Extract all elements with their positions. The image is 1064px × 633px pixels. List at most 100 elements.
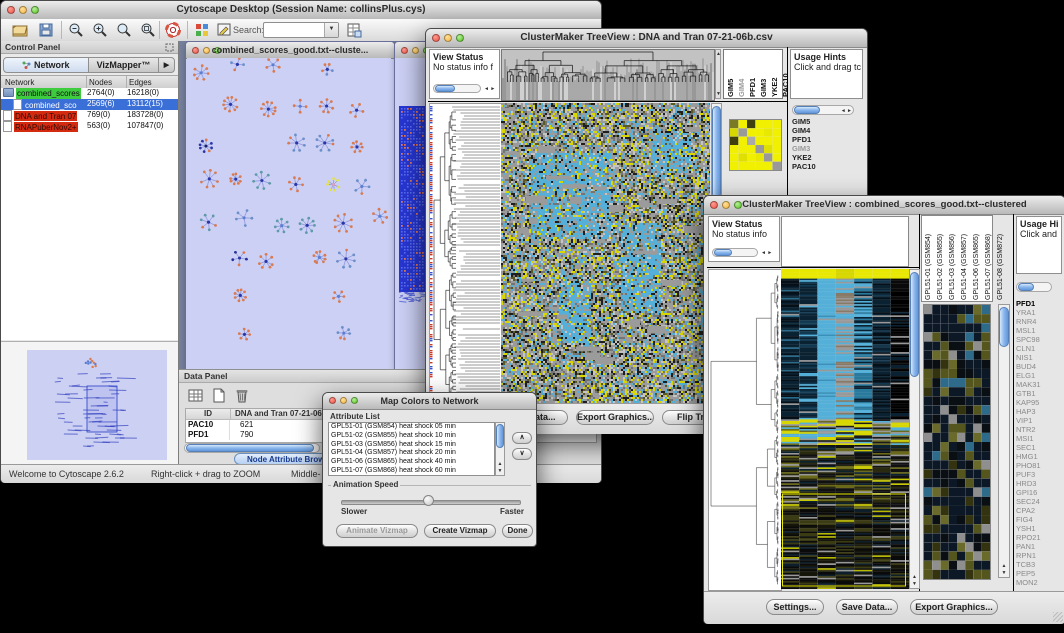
animate-vizmap-button[interactable]: Animate Vizmap [336,524,418,538]
gene-label[interactable]: HAP3 [1016,407,1063,416]
zoom-vscrollbar[interactable]: ▲▼ [998,304,1010,578]
gene-label[interactable]: MAK31 [1016,380,1063,389]
create-vizmap-button[interactable]: Create Vizmap [424,524,496,538]
correlation-matrix-canvas[interactable] [729,119,782,171]
gene-label[interactable]: PEP5 [1016,569,1063,578]
gene-label[interactable]: SEC24 [1016,497,1063,506]
open-session-icon[interactable] [11,21,29,39]
network-row[interactable]: combined_scores2764(0)16218(0) [1,88,178,99]
gene-label[interactable]: BUD4 [1016,362,1063,371]
dialog-title-bar[interactable]: Map Colors to Network [323,393,536,410]
gene-label[interactable]: RPN1 [1016,551,1063,560]
gene-label[interactable]: YKE2 [792,153,858,162]
network-view-title-bar[interactable]: combined_scores_good.txt--cluste... [186,42,394,59]
heatmap-vscrollbar[interactable]: ▲▼ [909,269,920,589]
treeview-combined-title-bar[interactable]: ClusterMaker TreeView : combined_scores_… [704,196,1064,215]
view-status-hscrollbar[interactable] [712,248,758,257]
column-dendrogram-canvas[interactable] [501,49,715,101]
gene-label[interactable]: TCB3 [1016,560,1063,569]
delete-attribute-icon[interactable] [233,387,250,404]
gene-label[interactable]: MSL1 [1016,326,1063,335]
array-label[interactable]: GPL51-03 (GSM856) [948,217,957,300]
column-label[interactable]: GIM3 [759,53,768,97]
vizmapper-icon[interactable] [193,21,211,39]
heatmap-canvas[interactable] [501,103,710,403]
gene-label[interactable]: SEC1 [1016,443,1063,452]
attribute-list[interactable]: GPL51-01 (GSM854) heat shock 05 minGPL51… [328,422,495,476]
move-up-button[interactable]: ∧ [512,432,532,444]
gene-label[interactable]: CPA2 [1016,506,1063,515]
settings-button[interactable]: Settings... [766,599,824,615]
gene-label[interactable]: YSH1 [1016,524,1063,533]
gene-label[interactable]: CLN1 [1016,344,1063,353]
gene-label[interactable]: RPO21 [1016,533,1063,542]
gene-label[interactable]: SPC98 [1016,335,1063,344]
gene-label[interactable]: GTB1 [1016,389,1063,398]
gene-label[interactable]: PAN1 [1016,542,1063,551]
resize-grip[interactable] [1053,612,1063,622]
gene-label[interactable]: PFD1 [792,135,858,144]
scroll-left-icon[interactable]: ◄ ► [484,86,495,92]
move-down-button[interactable]: ∨ [512,448,532,460]
view-status-hscrollbar[interactable] [433,84,481,93]
save-data-button[interactable]: Save Data... [836,599,898,615]
array-label[interactable]: GPL51-06 (GSM865) [972,217,981,300]
array-label[interactable]: GPL51-04 (GSM857) [960,217,969,300]
gene-label[interactable]: PHO81 [1016,461,1063,470]
gene-label[interactable]: HMG1 [1016,452,1063,461]
main-title-bar[interactable]: Cytoscape Desktop (Session Name: collins… [1,1,601,20]
gene-label[interactable]: MON2 [1016,578,1063,587]
gene-label[interactable]: GIM3 [792,144,858,153]
gene-label[interactable]: YRA1 [1016,308,1063,317]
network-row[interactable]: combined_sco2569(6)13112(15) [1,99,178,110]
network-view-canvas[interactable] [187,58,391,367]
network-table-header[interactable]: Network Nodes Edges [1,75,178,89]
close-button[interactable] [401,47,408,54]
slider-thumb[interactable] [423,495,434,506]
gene-label[interactable]: PFD1 [1016,299,1063,308]
gene-label[interactable]: ELG1 [1016,371,1063,380]
usage-hints-hscrollbar[interactable] [1016,282,1052,292]
gene-label[interactable]: GIM5 [792,117,858,126]
save-session-icon[interactable] [37,21,55,39]
attribute-item[interactable]: GPL51-02 (GSM855) heat shock 10 min [329,432,494,441]
row-dendrogram-canvas[interactable] [708,269,782,591]
heatmap-canvas[interactable] [781,269,909,589]
scroll-arrows-icon[interactable]: ◄ ► [761,250,772,256]
network-overview-canvas[interactable] [27,350,167,460]
zoom-heatmap-canvas[interactable] [923,304,991,580]
tab-overflow-button[interactable]: ▶ [159,57,175,73]
network-row[interactable]: RNAPuberNov2+563(0)107847(0) [1,121,178,132]
usage-hints-hscrollbar[interactable]: ◄ ► [792,105,854,115]
gene-label[interactable]: VIP1 [1016,416,1063,425]
gene-label[interactable]: NIS1 [1016,353,1063,362]
attribute-list-scrollbar[interactable]: ▲▼ [495,422,505,476]
row-dendrogram-canvas[interactable] [429,103,502,405]
tab-vizmapper[interactable]: VizMapper™ [89,57,159,73]
gene-label[interactable]: MSI1 [1016,434,1063,443]
column-label[interactable]: PFD1 [748,53,757,97]
column-label[interactable]: GIM4 [737,53,746,97]
attribute-item[interactable]: GPL51-07 (GSM868) heat shock 60 min [329,467,494,476]
column-tree-scroll-strip[interactable]: ▲▼ [715,49,721,99]
export-graphics-button[interactable]: Export Graphics... [910,599,998,615]
gene-label[interactable]: GPI16 [1016,488,1063,497]
column-label[interactable]: GIM5 [726,53,735,97]
gene-label[interactable]: HRD3 [1016,479,1063,488]
gene-label[interactable]: PAC10 [792,162,858,171]
column-label[interactable]: PAC10 [781,53,790,97]
array-label[interactable]: GPL51-07 (GSM868) [984,217,993,300]
array-label[interactable]: GPL51-02 (GSM855) [936,217,945,300]
network-row[interactable]: DNA and Tran 07769(0)183728(0) [1,110,178,121]
gene-label[interactable]: FIG4 [1016,515,1063,524]
annotation-icon[interactable] [215,21,233,39]
attribute-item[interactable]: GPL51-04 (GSM857) heat shock 20 min [329,449,494,458]
treeview-dna-title-bar[interactable]: ClusterMaker TreeView : DNA and Tran 07-… [426,29,867,48]
done-button[interactable]: Done [502,524,533,538]
column-label[interactable]: YKE2 [770,53,779,97]
select-attributes-icon[interactable] [187,387,204,404]
help-lifering-icon[interactable] [164,21,182,39]
float-panel-icon[interactable] [165,43,174,52]
attribute-item[interactable]: GPL51-06 (GSM865) heat shock 40 min [329,458,494,467]
zoom-in-icon[interactable] [91,21,109,39]
